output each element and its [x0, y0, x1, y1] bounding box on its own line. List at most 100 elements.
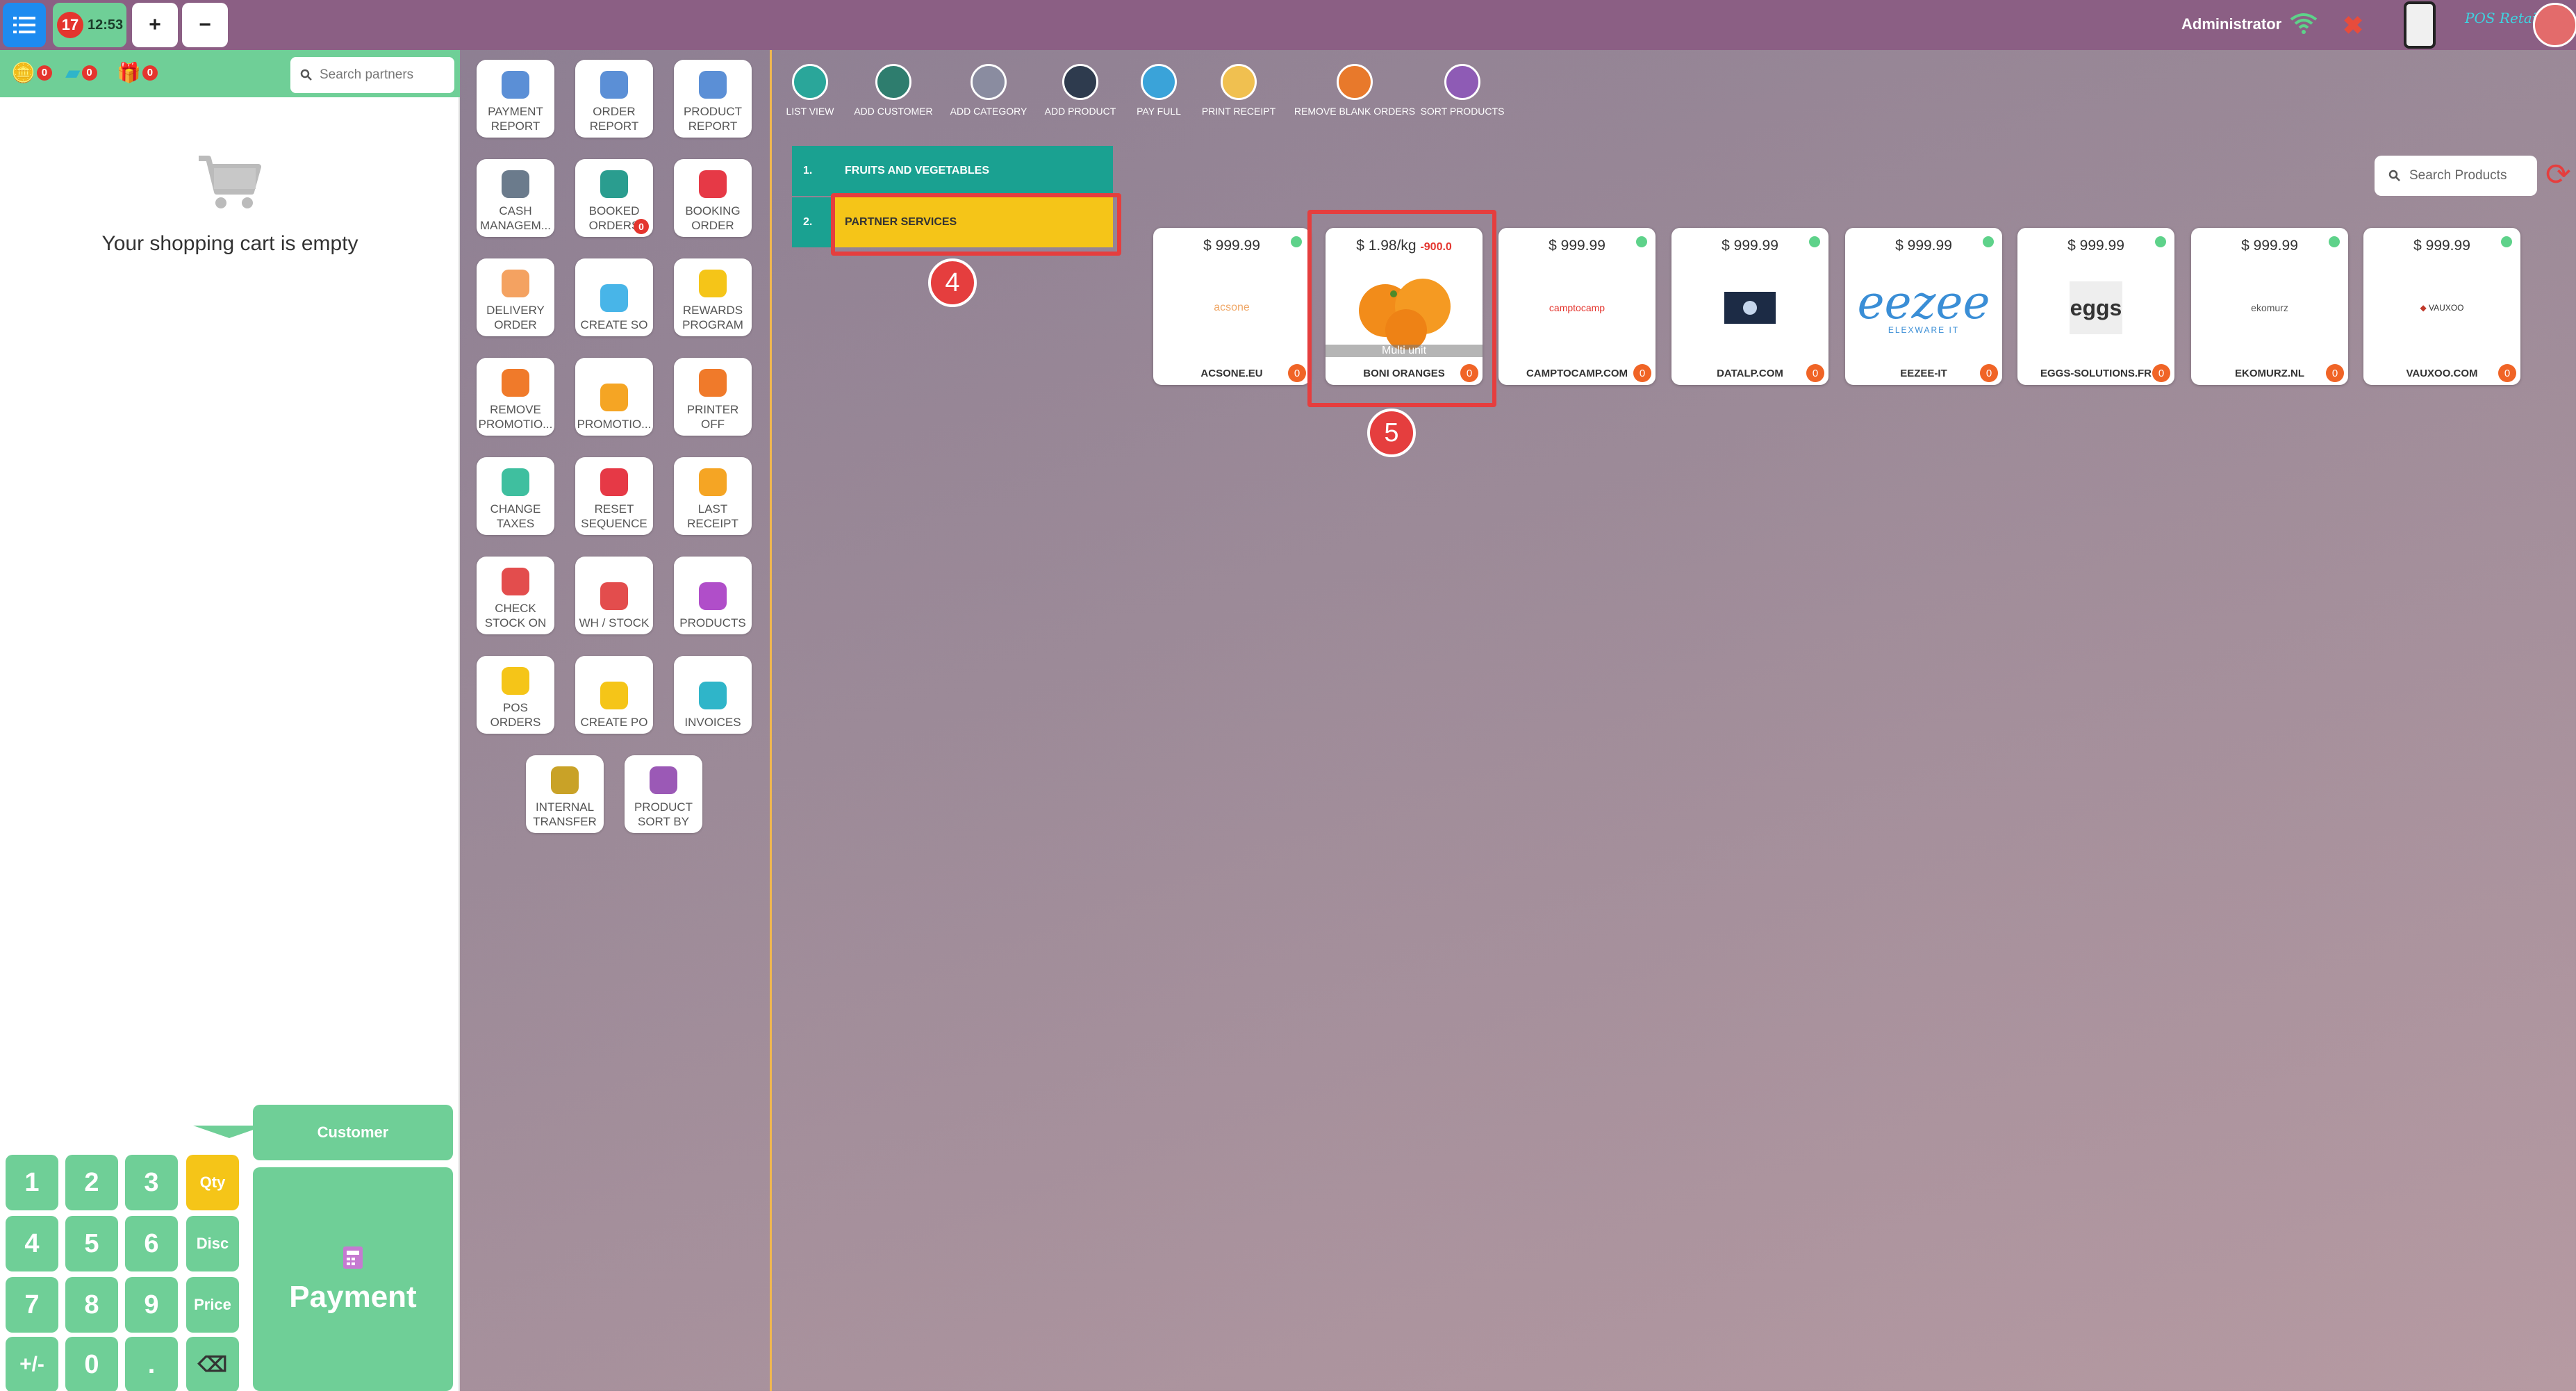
avatar[interactable]	[2533, 3, 2576, 47]
function-button-reset-sequence[interactable]: RESET SEQUENCE	[575, 457, 653, 535]
gift-counter[interactable]: 🎁 0	[117, 61, 158, 84]
order-number-badge: 17	[57, 12, 83, 38]
function-button-product-report[interactable]: PRODUCT REPORT	[674, 60, 752, 138]
toolbar-print-receipt[interactable]: PRINT RECEIPT	[1197, 64, 1280, 117]
category-fruits-and-vegetables[interactable]: 1. FRUITS AND VEGETABLES	[792, 146, 1113, 196]
function-button-booking-order[interactable]: BOOKING ORDER	[674, 159, 752, 237]
print-receipt-icon	[1221, 64, 1257, 100]
customer-button[interactable]: Customer	[253, 1105, 453, 1160]
points-count: 0	[36, 65, 52, 81]
numpad-key-3[interactable]: 3	[125, 1155, 178, 1210]
function-button-pos-orders[interactable]: POS ORDERS	[477, 656, 554, 734]
function-button-printer-off[interactable]: PRINTER OFF	[674, 358, 752, 436]
product-price: $ 999.99	[1153, 238, 1310, 254]
product-search-placeholder: Search Products	[2409, 168, 2507, 183]
numpad-key-7[interactable]: 7	[6, 1277, 58, 1333]
toolbar-add-product[interactable]: ADD PRODUCT	[1039, 64, 1122, 117]
payment-button[interactable]: Payment	[253, 1167, 453, 1391]
empty-cart-message: Your shopping cart is empty	[101, 232, 358, 255]
numpad-key-6[interactable]: 6	[125, 1216, 178, 1271]
toolbar-list-view[interactable]: LIST VIEW	[768, 64, 852, 117]
numpad-key-0[interactable]: 0	[65, 1337, 118, 1391]
product-card-acsone-eu[interactable]: $ 999.99 acsone ACSONE.EU 0	[1153, 228, 1310, 385]
function-button-cash-managem[interactable]: CASH MANAGEM...	[477, 159, 554, 237]
points-counter[interactable]: 🪙 0	[11, 61, 52, 84]
product-name: EEZEE-IT	[1900, 368, 1947, 379]
printer-off-icon	[699, 369, 727, 397]
booking-order-icon	[699, 170, 727, 198]
function-button-products[interactable]: PRODUCTS	[674, 557, 752, 634]
search-icon	[2388, 170, 2400, 181]
numpad-backspace-button[interactable]: ⌫	[186, 1337, 239, 1391]
numpad-qty-button[interactable]: Qty	[186, 1155, 239, 1210]
function-button-order-report[interactable]: ORDER REPORT	[575, 60, 653, 138]
numpad-key-8[interactable]: 8	[65, 1277, 118, 1333]
product-image: eezee ELEXWARE IT	[1858, 264, 1990, 352]
category-label: FRUITS AND VEGETABLES	[834, 146, 1113, 196]
numpad-key-1[interactable]: 1	[6, 1155, 58, 1210]
product-card-eezee-it[interactable]: $ 999.99 eezee ELEXWARE IT EEZEE-IT 0	[1845, 228, 2002, 385]
function-button-internal-transfer[interactable]: INTERNAL TRANSFER	[526, 755, 604, 833]
product-image: acsone	[1188, 264, 1275, 352]
function-button-invoices[interactable]: INVOICES	[674, 656, 752, 734]
order-tab[interactable]: 17 12:53	[53, 3, 126, 47]
delete-order-button[interactable]: −	[182, 3, 228, 47]
function-button-booked-orders[interactable]: BOOKED ORDERS 0	[575, 159, 653, 237]
function-button-wh-stock[interactable]: WH / STOCK	[575, 557, 653, 634]
function-button-delivery-order[interactable]: DELIVERY ORDER	[477, 258, 554, 336]
menu-button[interactable]	[3, 3, 46, 47]
function-button-promotio[interactable]: PROMOTIO...	[575, 358, 653, 436]
sort-az-icon	[650, 766, 677, 794]
pay-full-icon	[1141, 64, 1177, 100]
toolbar-remove-blank-orders[interactable]: REMOVE BLANK ORDERS	[1294, 64, 1415, 117]
function-button-change-taxes[interactable]: CHANGE TAXES	[477, 457, 554, 535]
function-button-rewards-program[interactable]: REWARDS PROGRAM	[674, 258, 752, 336]
wallet-counter[interactable]: ▰ 0	[65, 61, 97, 84]
product-price: $ 999.99	[2191, 238, 2348, 254]
proxy-status-icon[interactable]: ✖	[2343, 11, 2363, 40]
numpad-key-5[interactable]: 5	[65, 1216, 118, 1271]
numpad-key-2[interactable]: 2	[65, 1155, 118, 1210]
product-card-datalp-com[interactable]: $ 999.99 DATALP.COM 0	[1671, 228, 1828, 385]
toolbar-sort-products[interactable]: SORT PRODUCTS	[1421, 64, 1504, 117]
refresh-icon[interactable]: ⟳	[2545, 157, 2571, 192]
product-search-input[interactable]: Search Products	[2375, 156, 2537, 196]
add-product-icon	[1062, 64, 1098, 100]
function-button-last-receipt[interactable]: LAST RECEIPT	[674, 457, 752, 535]
mobile-device-icon[interactable]	[2404, 1, 2436, 49]
product-card-camptocamp-com[interactable]: $ 999.99 camptocamp CAMPTOCAMP.COM 0	[1498, 228, 1656, 385]
toolbar-label: PAY FULL	[1137, 106, 1181, 117]
product-price: $ 999.99	[1671, 238, 1828, 254]
toolbar-pay-full[interactable]: PAY FULL	[1117, 64, 1200, 117]
toolbar-add-customer[interactable]: ADD CUSTOMER	[852, 64, 935, 117]
new-order-button[interactable]: +	[132, 3, 178, 47]
product-card-eggs-solutions-fr[interactable]: $ 999.99 eggs EGGS-SOLUTIONS.FR 0	[2017, 228, 2174, 385]
numpad-sign-button[interactable]: +/-	[6, 1337, 58, 1391]
function-button-create-so[interactable]: CREATE SO	[575, 258, 653, 336]
internal-transfer-icon	[551, 766, 579, 794]
product-price: $ 999.99	[1845, 238, 2002, 254]
product-card-vauxoo-com[interactable]: $ 999.99 ◆ VAUXOO VAUXOO.COM 0	[2363, 228, 2520, 385]
partner-search-input[interactable]: Search partners	[290, 57, 454, 93]
function-button-check-stock-on[interactable]: CHECK STOCK ON	[477, 557, 554, 634]
product-image	[1706, 264, 1794, 352]
numpad-dot-button[interactable]: .	[125, 1337, 178, 1391]
function-button-create-po[interactable]: CREATE PO	[575, 656, 653, 734]
function-button-payment-report[interactable]: PAYMENT REPORT	[477, 60, 554, 138]
numpad-price-button[interactable]: Price	[186, 1277, 239, 1333]
user-name[interactable]: Administrator	[2181, 15, 2281, 33]
payment-icon	[343, 1246, 363, 1269]
reset-sequence-icon	[600, 468, 628, 496]
toolbar-add-category[interactable]: ADD CATEGORY	[947, 64, 1030, 117]
function-button-remove-promotio[interactable]: REMOVE PROMOTIO...	[477, 358, 554, 436]
function-button-product-sort-by[interactable]: PRODUCT SORT BY	[625, 755, 702, 833]
numpad-disc-button[interactable]: Disc	[186, 1216, 239, 1271]
product-price-value: $ 999.99	[2413, 238, 2470, 254]
function-label: LAST RECEIPT	[687, 502, 738, 530]
numpad-key-4[interactable]: 4	[6, 1216, 58, 1271]
numpad-key-9[interactable]: 9	[125, 1277, 178, 1333]
product-qty-badge: 0	[2326, 364, 2344, 382]
product-card-ekomurz-nl[interactable]: $ 999.99 ekomurz EKOMURZ.NL 0	[2191, 228, 2348, 385]
coins-icon: 🪙	[11, 62, 35, 83]
product-qty-badge: 0	[2498, 364, 2516, 382]
